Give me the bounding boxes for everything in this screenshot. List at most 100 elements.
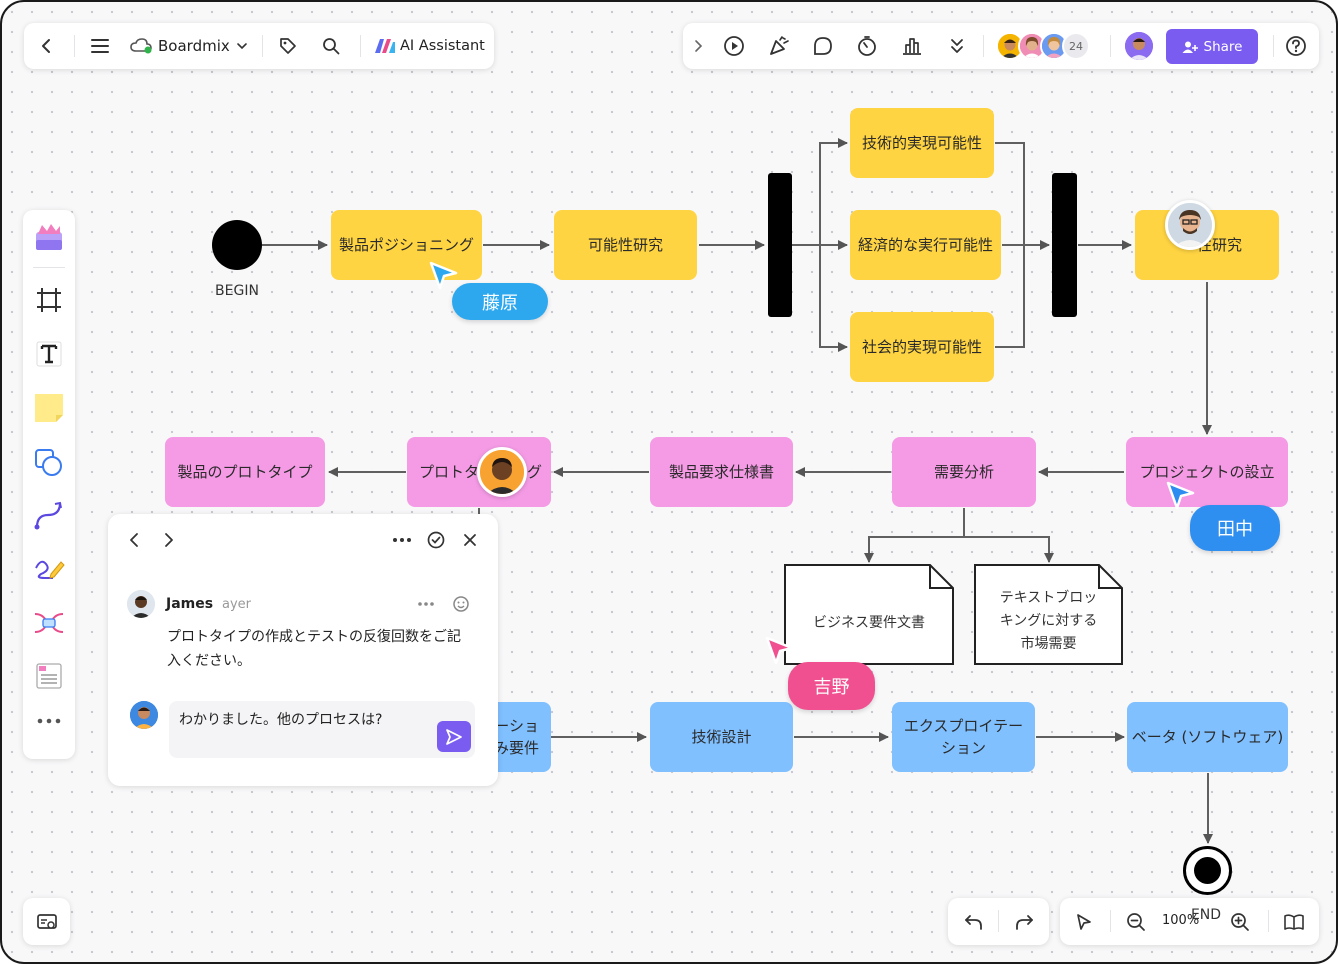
cursor-arrow-fujiwara bbox=[429, 261, 458, 290]
ai-assistant-button[interactable]: AI Assistant bbox=[374, 31, 485, 61]
ai-logo-icon bbox=[375, 39, 395, 53]
collaborator-avatars[interactable]: 24 bbox=[996, 32, 1100, 60]
message-more-button[interactable] bbox=[414, 594, 438, 614]
node-requirements-spec[interactable]: 製品要求仕様書 bbox=[650, 437, 793, 507]
doc-business-requirements[interactable]: ビジネス要件文書 bbox=[784, 564, 954, 665]
timer-button[interactable] bbox=[851, 30, 883, 62]
emoji-icon bbox=[453, 596, 469, 612]
select-tool-button[interactable] bbox=[1068, 906, 1100, 938]
doc-market-demand[interactable]: テキストブロッ キングに対する 市場需要 bbox=[974, 564, 1123, 665]
resolve-comment-button[interactable] bbox=[424, 528, 448, 552]
node-exploitation[interactable]: エクスプロイテー ション bbox=[892, 702, 1035, 772]
node-prototyping-label-b: グ bbox=[527, 463, 543, 481]
cursor-label-yoshino: 吉野 bbox=[788, 662, 875, 710]
my-avatar[interactable] bbox=[1125, 32, 1153, 60]
redo-button[interactable] bbox=[1008, 906, 1040, 938]
zoom-in-button[interactable] bbox=[1224, 906, 1256, 938]
toolbar-divider bbox=[1268, 910, 1269, 932]
node-technical-design[interactable]: 技術設計 bbox=[650, 702, 793, 772]
cursor-label-tanaka: 田中 bbox=[1190, 505, 1280, 551]
mindmap-tool[interactable] bbox=[23, 608, 75, 638]
celebrate-button[interactable] bbox=[763, 30, 795, 62]
toolbar-divider bbox=[1110, 910, 1111, 932]
reply-input[interactable]: わかりました。他のプロセスは? bbox=[169, 701, 475, 758]
tag-button[interactable] bbox=[272, 30, 304, 62]
pen-tool[interactable] bbox=[23, 554, 75, 584]
node-economic-feasibility[interactable]: 経済的な実行可能性 bbox=[850, 210, 1001, 280]
avatar-face-icon bbox=[480, 450, 524, 494]
zoom-in-icon bbox=[1231, 913, 1249, 931]
comment-button[interactable] bbox=[807, 30, 839, 62]
next-comment-button[interactable] bbox=[157, 528, 181, 552]
cursor-label-fujiwara: 藤原 bbox=[452, 283, 548, 320]
party-icon bbox=[770, 36, 789, 55]
share-button[interactable]: Share bbox=[1166, 29, 1258, 64]
node-implementation-line1: ーショ bbox=[494, 717, 539, 735]
whiteboard-canvas[interactable]: BEGIN 製品ポジショニング 可能性研究 技術的実現可能性 経済的な実行可能性… bbox=[0, 0, 1338, 964]
node-social-feasibility[interactable]: 社会的実現可能性 bbox=[850, 312, 994, 382]
help-button[interactable] bbox=[1280, 30, 1312, 62]
node-beta-software[interactable]: ベータ (ソフトウェア) bbox=[1127, 702, 1288, 772]
comment-message-line1: プロトタイプの作成とテストの反復回数をご記 bbox=[167, 629, 461, 645]
mindmap-icon bbox=[34, 613, 64, 633]
text-icon bbox=[36, 341, 62, 367]
doc-market-demand-line3: 市場需要 bbox=[1020, 636, 1077, 652]
outline-view-button[interactable] bbox=[1278, 906, 1310, 938]
send-button[interactable] bbox=[437, 721, 471, 752]
search-button[interactable] bbox=[315, 30, 347, 62]
fork-bar[interactable] bbox=[768, 173, 792, 317]
chart-icon bbox=[903, 38, 921, 55]
avatar-face-icon bbox=[1168, 203, 1212, 247]
shape-tool[interactable] bbox=[23, 448, 75, 478]
minimap-toggle[interactable] bbox=[23, 898, 70, 945]
node-technical-feasibility[interactable]: 技術的実現可能性 bbox=[850, 108, 994, 178]
reply-user-avatar bbox=[130, 701, 158, 729]
connector-tool[interactable] bbox=[23, 500, 75, 530]
ellipsis-icon bbox=[418, 602, 434, 606]
undo-button[interactable] bbox=[958, 906, 990, 938]
toolbar-divider bbox=[360, 35, 361, 57]
chevron-down-icon bbox=[236, 43, 247, 50]
board-name-dropdown[interactable]: Boardmix bbox=[130, 31, 248, 61]
more-tools[interactable] bbox=[23, 716, 75, 726]
templates-tool[interactable] bbox=[23, 222, 75, 252]
end-node[interactable] bbox=[1183, 846, 1232, 895]
ellipsis-icon bbox=[37, 718, 61, 724]
node-feasibility-study[interactable]: 可能性研究 bbox=[554, 210, 697, 280]
node-product-prototype[interactable]: 製品のプロトタイプ bbox=[165, 437, 325, 507]
comment-panel: James ayer プロトタイプの作成とテストの反復回数をご記 入ください。 … bbox=[108, 514, 498, 786]
node-project-setup[interactable]: プロジェクトの設立 bbox=[1126, 437, 1288, 507]
vote-button[interactable] bbox=[896, 30, 928, 62]
avatar-face-icon bbox=[130, 701, 158, 729]
collapse-toolbar-button[interactable] bbox=[687, 32, 709, 60]
toolbar-divider bbox=[74, 35, 75, 57]
comment-time: ayer bbox=[222, 597, 252, 612]
double-chevron-icon bbox=[951, 39, 963, 53]
top-left-toolbar: Boardmix AI Assistant bbox=[24, 23, 494, 69]
shape-icon bbox=[35, 449, 62, 476]
present-button[interactable] bbox=[718, 30, 750, 62]
sticky-note-tool[interactable] bbox=[23, 392, 75, 424]
text-tool[interactable] bbox=[23, 340, 75, 368]
more-tools-button[interactable] bbox=[941, 30, 973, 62]
table-tool[interactable] bbox=[23, 660, 75, 692]
node-demand-analysis[interactable]: 需要分析 bbox=[892, 437, 1036, 507]
comment-more-button[interactable] bbox=[390, 528, 414, 552]
prev-comment-button[interactable] bbox=[122, 528, 146, 552]
menu-button[interactable] bbox=[84, 30, 116, 62]
node-implementation-line2: み要件 bbox=[493, 739, 539, 757]
frame-tool[interactable] bbox=[23, 286, 75, 314]
share-label: Share bbox=[1203, 38, 1243, 55]
add-reaction-button[interactable] bbox=[449, 592, 473, 616]
join-bar[interactable] bbox=[1052, 173, 1077, 317]
pointer-icon bbox=[1077, 914, 1091, 930]
redo-icon bbox=[1016, 915, 1033, 930]
collaborator-avatar-prototyping[interactable] bbox=[477, 447, 527, 497]
collaborator-avatar-research[interactable] bbox=[1165, 200, 1215, 250]
zoom-out-button[interactable] bbox=[1120, 906, 1152, 938]
back-button[interactable] bbox=[30, 30, 62, 62]
toolbar-divider bbox=[1273, 35, 1274, 57]
close-comment-button[interactable] bbox=[458, 528, 482, 552]
sticky-note-icon bbox=[35, 394, 63, 422]
begin-node[interactable] bbox=[212, 220, 262, 270]
